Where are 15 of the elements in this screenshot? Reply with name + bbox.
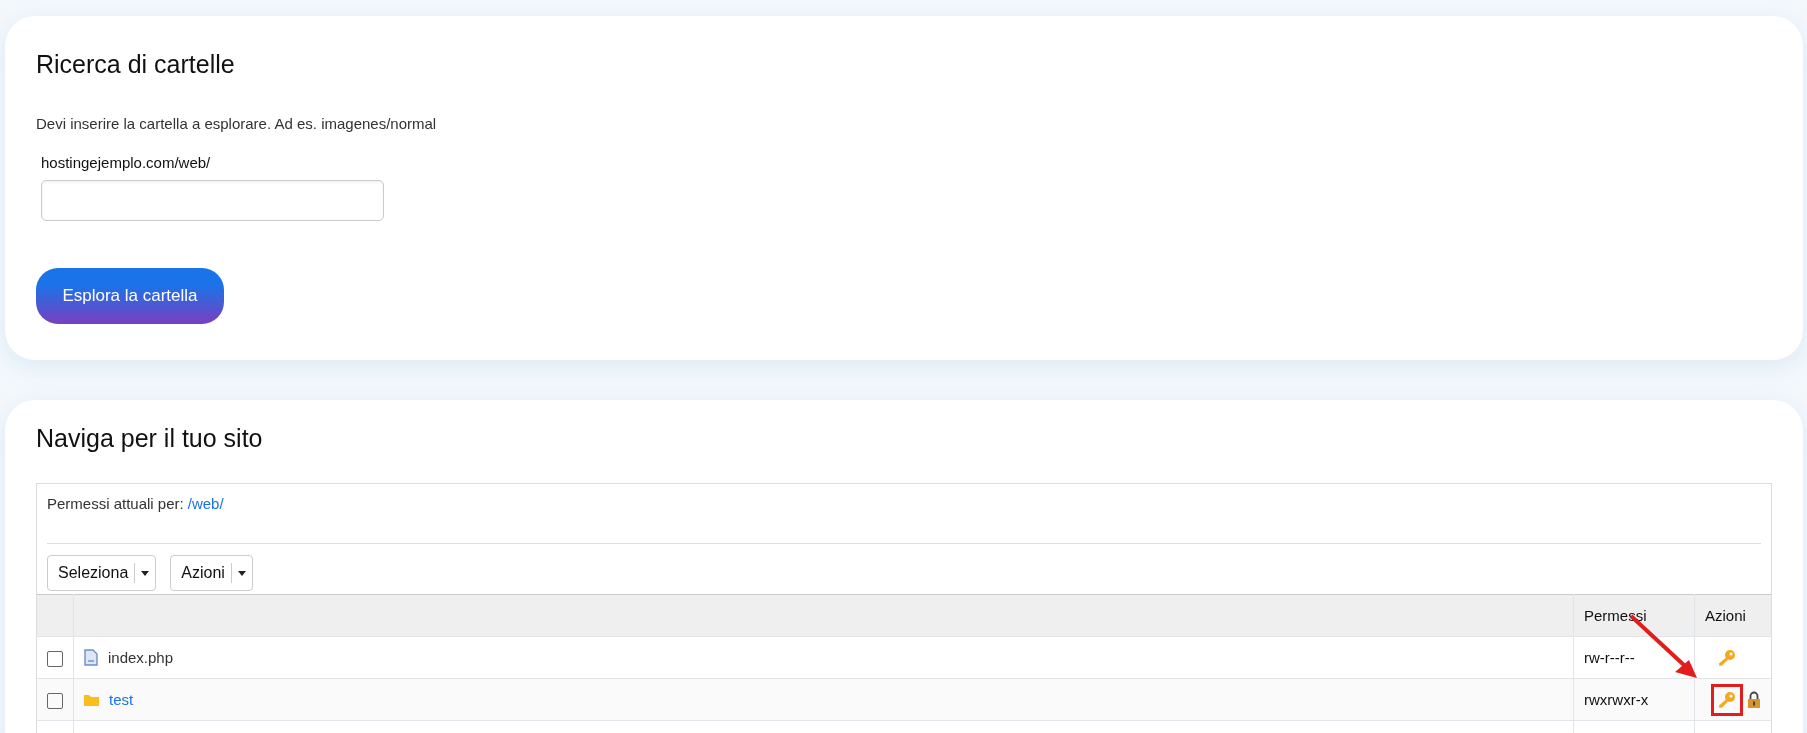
column-header: Azioni (1705, 607, 1746, 624)
permissions-text: rwxrwxr-x (1584, 691, 1649, 708)
hint-text: Devi inserire la cartella a esplorare. Ad es. imagenes/normal (36, 115, 438, 132)
permissions-text: rw-r--r-- (1584, 649, 1635, 666)
field-label: hostingejemplo.com/web/ (41, 154, 212, 171)
dropdown-button[interactable]: Azioni (170, 555, 253, 591)
folder-link[interactable]: test (109, 691, 134, 708)
card-title: Naviga per il tuo sito (36, 424, 264, 453)
explore-button[interactable]: Esplora la cartella (36, 268, 224, 324)
file-name: index.php (108, 649, 174, 666)
card-title: Ricerca di cartelle (36, 50, 236, 79)
current-path-link[interactable]: /web/ (187, 495, 224, 512)
current-path-label: Permessi attuali per: (47, 495, 184, 512)
dropdown-button[interactable]: Seleziona (47, 555, 157, 591)
column-header: Permessi (1584, 607, 1647, 624)
